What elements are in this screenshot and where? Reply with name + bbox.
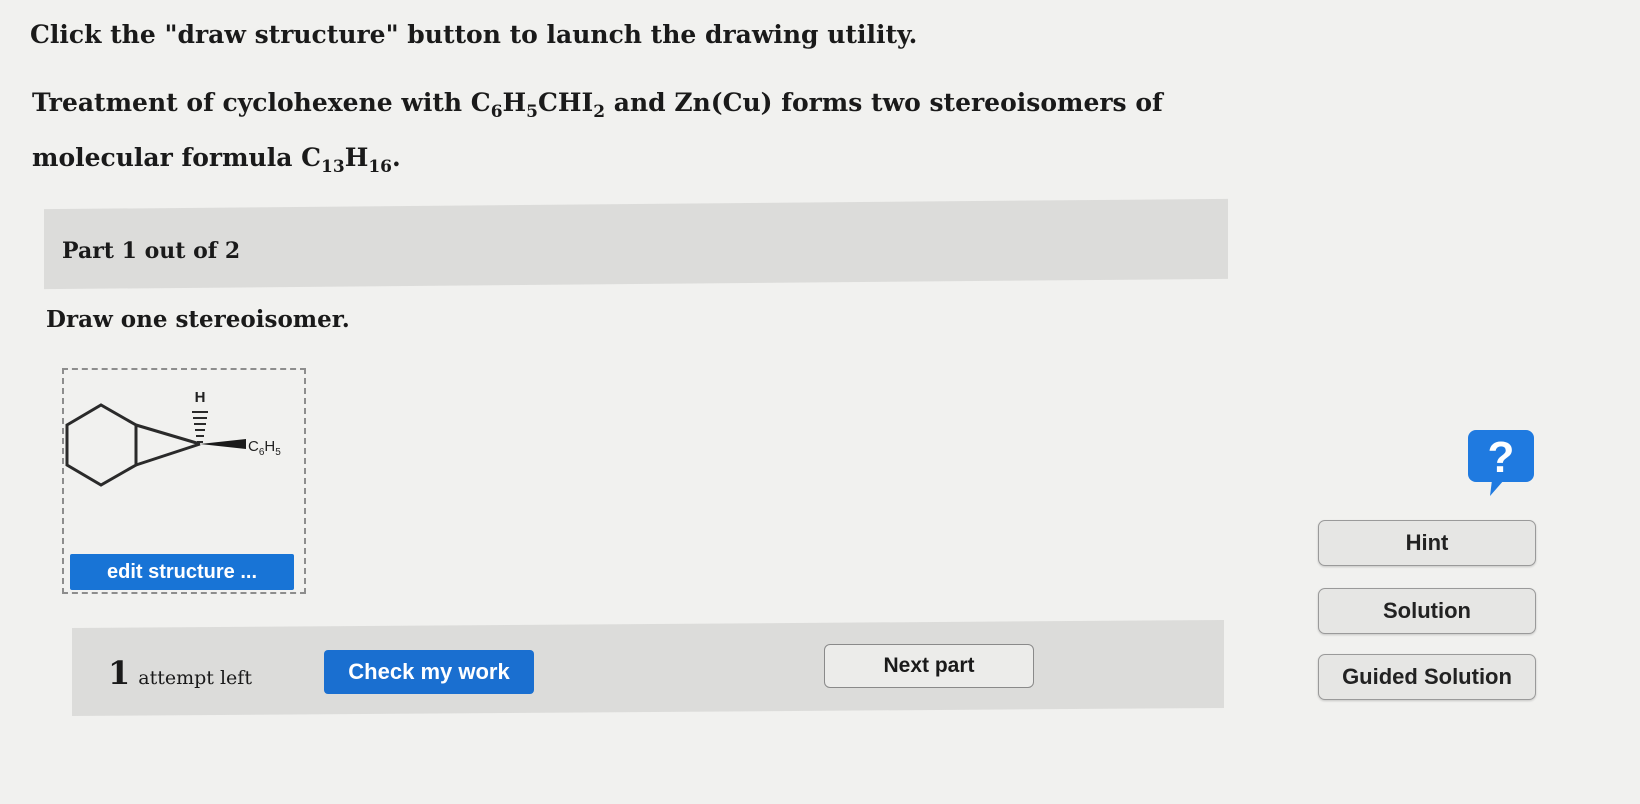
solution-button[interactable]: Solution [1318, 588, 1536, 634]
next-part-button[interactable]: Next part [824, 644, 1034, 688]
guided-solution-button[interactable]: Guided Solution [1318, 654, 1536, 700]
solid-wedge-bond [200, 439, 246, 449]
structure-drawing-area[interactable]: H C6H5 edit structure ... [62, 368, 306, 594]
attempt-count: 1 [108, 654, 131, 692]
cyclohexane-ring [65, 403, 138, 487]
hint-button[interactable]: Hint [1318, 520, 1536, 566]
hashed-wedge-bond [192, 411, 208, 443]
molecule-structure: H C6H5 [65, 389, 281, 487]
question-text: Treatment of cyclohexene with C6H5CHI2 a… [32, 88, 1163, 177]
edit-structure-button[interactable]: edit structure ... [70, 554, 294, 590]
check-my-work-button[interactable]: Check my work [324, 650, 534, 694]
svg-text:?: ? [1488, 433, 1515, 482]
instruction-text: Click the "draw structure" button to lau… [30, 20, 918, 49]
draw-prompt: Draw one stereoisomer. [46, 306, 350, 333]
hydrogen-label: H [195, 389, 206, 406]
attempts-indicator: 1 attempt left [108, 654, 252, 692]
cyclopropane-bond-bottom [135, 442, 201, 467]
phenyl-label: C6H5 [248, 438, 281, 458]
part-label: Part 1 out of 2 [62, 238, 241, 264]
help-question-icon[interactable]: ? [1466, 428, 1536, 498]
cyclopropane-bond-top [135, 423, 201, 446]
attempt-label: attempt left [138, 667, 252, 689]
